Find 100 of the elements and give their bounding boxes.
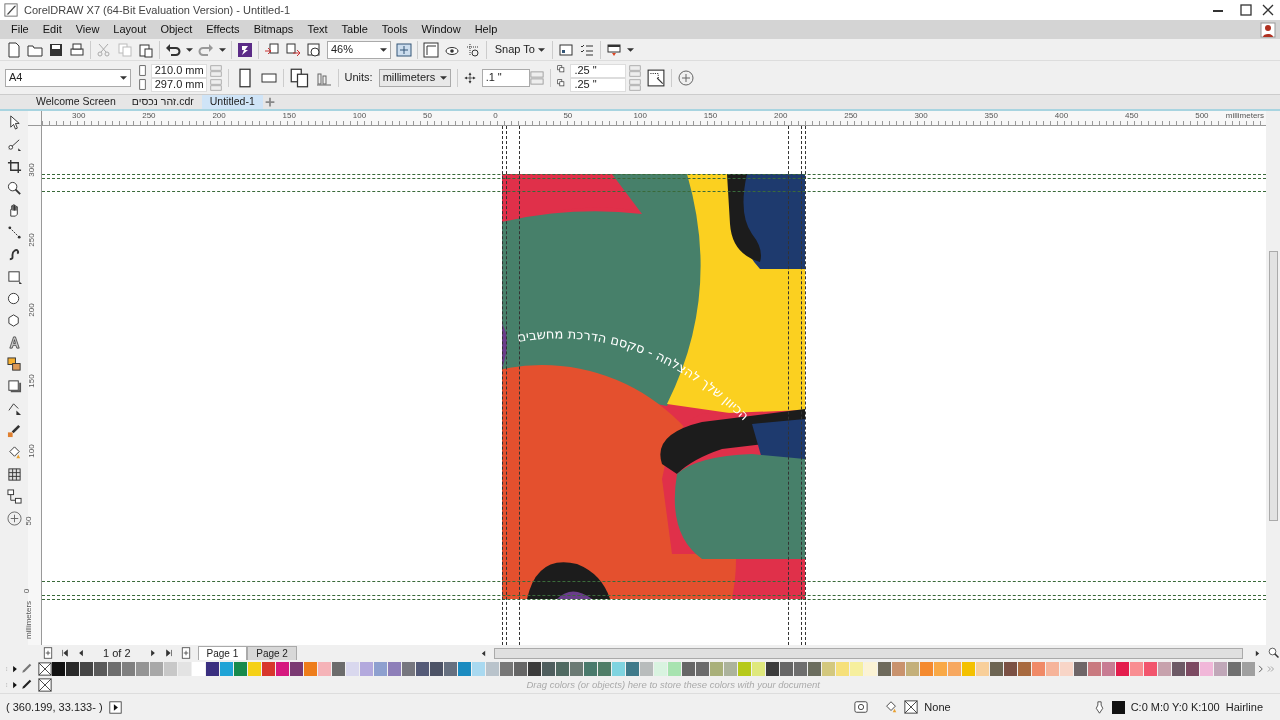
overprint-icon[interactable] [854,700,869,714]
menu-item[interactable]: File [4,21,36,38]
color-swatch[interactable] [444,662,458,676]
color-swatch[interactable] [850,662,864,676]
color-swatch[interactable] [1046,662,1060,676]
user-account-icon[interactable] [1260,21,1276,38]
color-swatch[interactable] [570,662,584,676]
color-swatch[interactable] [80,662,94,676]
color-swatch[interactable] [920,662,934,676]
snap-to-button[interactable]: Snap To [492,41,548,58]
print-icon[interactable] [69,41,85,58]
zoom-icon[interactable] [6,181,22,196]
color-swatch[interactable] [696,662,710,676]
color-swatch[interactable] [1032,662,1046,676]
color-swatch[interactable] [402,662,416,676]
nudge-field[interactable]: .1 " [481,68,530,87]
eyedropper-icon[interactable] [20,679,32,691]
ruler-corner[interactable] [28,111,42,126]
color-swatch[interactable] [136,662,150,676]
color-swatch[interactable] [262,662,276,676]
color-swatch[interactable] [346,662,360,676]
maximize-icon[interactable] [1238,2,1254,18]
vertical-scrollbar[interactable] [1268,251,1278,521]
caret-icon[interactable] [186,47,193,52]
color-swatch[interactable] [682,662,696,676]
color-swatch[interactable] [962,662,976,676]
color-swatch[interactable] [206,662,220,676]
color-swatch[interactable] [234,662,248,676]
menu-item[interactable]: Object [153,21,200,38]
color-swatch[interactable] [192,662,206,676]
redo-icon[interactable] [198,41,214,58]
rectangle-tool-icon[interactable] [6,269,22,284]
color-swatch[interactable] [108,662,122,676]
color-swatch[interactable] [780,662,794,676]
guidelines-icon[interactable] [465,41,481,58]
menu-item[interactable]: Text [300,21,335,38]
color-swatch[interactable] [178,662,192,676]
color-swatch[interactable] [66,662,80,676]
page-tab[interactable]: Page 2 [247,646,297,661]
color-swatch[interactable] [752,662,766,676]
color-swatch[interactable] [276,662,290,676]
color-swatch[interactable] [374,662,388,676]
caret-icon[interactable] [627,47,635,52]
color-swatch[interactable] [1088,662,1102,676]
play-icon[interactable] [108,700,122,714]
color-swatch[interactable] [220,662,234,676]
color-swatch[interactable] [388,662,402,676]
document-tab[interactable]: זהר נכסים.cdr [123,95,202,109]
add-page-icon[interactable] [179,647,192,660]
publish-icon[interactable] [306,41,322,58]
add-page-icon[interactable] [42,647,54,660]
color-swatch[interactable] [654,662,668,676]
color-swatch[interactable] [1158,662,1172,676]
polygon-tool-icon[interactable] [6,313,22,328]
color-swatch[interactable] [1242,662,1256,676]
color-swatch[interactable] [486,662,500,676]
color-swatch[interactable] [906,662,920,676]
color-swatch[interactable] [416,662,430,676]
first-page-icon[interactable] [60,648,70,659]
color-swatch[interactable] [542,662,556,676]
fill-bucket-icon[interactable] [884,700,899,714]
app-launcher-icon[interactable] [237,41,253,58]
color-swatch[interactable] [458,662,472,676]
color-swatch[interactable] [528,662,542,676]
color-swatch[interactable] [738,662,752,676]
zoom-dropdown[interactable]: 46% [327,40,391,59]
new-document-icon[interactable] [6,41,22,58]
color-swatch[interactable] [864,662,878,676]
color-swatch[interactable] [318,662,332,676]
menu-item[interactable]: Edit [35,21,69,38]
color-swatch[interactable] [976,662,990,676]
color-swatch[interactable] [990,662,1004,676]
drop-shadow-icon[interactable] [6,379,22,394]
add-icon[interactable] [678,69,695,86]
caret-icon[interactable] [219,47,226,52]
color-swatch[interactable] [1074,662,1088,676]
shape-tool-icon[interactable] [6,137,22,152]
color-swatch[interactable] [724,662,738,676]
color-swatch[interactable] [710,662,724,676]
menu-item[interactable]: View [68,21,107,38]
text-tool-icon[interactable] [6,335,22,350]
fill-bucket-icon[interactable] [6,445,22,460]
color-swatch[interactable] [1116,662,1130,676]
color-swatch[interactable] [290,662,304,676]
last-page-icon[interactable] [163,648,174,659]
color-swatch[interactable] [122,662,136,676]
color-swatch[interactable] [500,662,514,676]
connector-icon[interactable] [6,489,22,504]
color-swatch[interactable] [150,662,164,676]
color-swatch[interactable] [640,662,654,676]
color-swatch[interactable] [836,662,850,676]
page-size-dropdown[interactable]: A4 [5,68,131,87]
color-swatch[interactable] [1214,662,1228,676]
color-swatch[interactable] [556,662,570,676]
color-swatch[interactable] [892,662,906,676]
export-icon[interactable] [285,41,301,58]
color-swatch[interactable] [164,662,178,676]
width-field[interactable]: 210.0 mm [150,63,207,78]
color-swatch[interactable] [1060,662,1074,676]
menu-item[interactable]: Layout [106,21,154,38]
